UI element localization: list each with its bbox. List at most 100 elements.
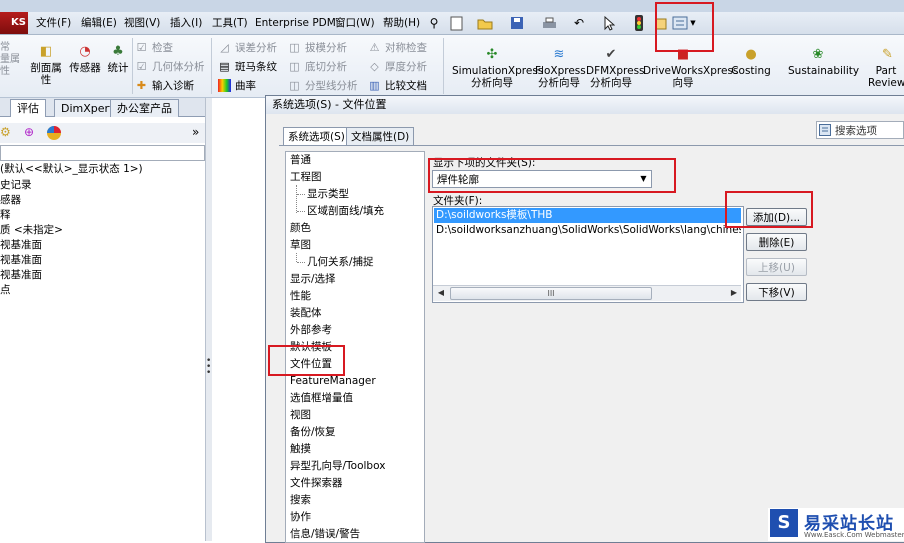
new-document-icon[interactable] bbox=[447, 14, 465, 32]
nav-item[interactable]: 异型孔向导/Toolbox bbox=[290, 458, 385, 475]
select-arrow-icon[interactable] bbox=[600, 14, 618, 32]
part-reviewer-label: Part Reviewe bbox=[868, 65, 904, 89]
zebra-stripes-button[interactable]: ▤ 斑马条纹 bbox=[218, 58, 277, 74]
undercut-analysis-button[interactable]: ◫ 底切分析 bbox=[288, 58, 347, 74]
tree-item-material[interactable]: 质 <未指定> bbox=[0, 223, 63, 238]
nav-item[interactable]: 触摸 bbox=[290, 441, 311, 458]
menu-enterprise-pdm[interactable]: Enterprise PDM bbox=[255, 15, 336, 31]
undo-icon[interactable]: ↶ bbox=[570, 14, 588, 32]
driveworksxpress-button[interactable]: ■ DriveWorksXpress 向导 bbox=[643, 47, 738, 89]
tree-item-plane[interactable]: 视基准面 bbox=[0, 253, 42, 268]
folder-row[interactable]: D:\soildworks模板\THB bbox=[434, 208, 741, 223]
print-icon[interactable] bbox=[540, 14, 558, 32]
statistics-label: 统计 bbox=[107, 62, 129, 74]
save-icon[interactable] bbox=[508, 14, 526, 32]
parting-line-analysis-button[interactable]: ◫ 分型线分析 bbox=[288, 77, 357, 93]
tree-connector bbox=[297, 262, 305, 263]
tree-item-history[interactable]: 史记录 bbox=[0, 178, 32, 193]
tab-office-products[interactable]: 办公室产品 bbox=[110, 99, 179, 117]
menu-window[interactable]: 窗口(W) bbox=[335, 15, 375, 31]
delete-folder-button[interactable]: 删除(E) bbox=[746, 233, 807, 251]
menu-insert[interactable]: 插入(I) bbox=[170, 15, 202, 31]
curvature-button[interactable]: 曲率 bbox=[218, 77, 256, 93]
menu-view[interactable]: 视图(V) bbox=[124, 15, 160, 31]
nav-item[interactable]: 普通 bbox=[290, 152, 311, 169]
nav-item[interactable]: 显示类型 bbox=[307, 186, 349, 203]
geometry-analysis-button[interactable]: ☑ 几何体分析 bbox=[135, 58, 205, 74]
nav-item[interactable]: 选值框增量值 bbox=[290, 390, 353, 407]
move-down-button[interactable]: 下移(V) bbox=[746, 283, 807, 301]
folder-row[interactable]: D:\soildworksanzhuang\SolidWorks\SolidWo… bbox=[434, 223, 741, 238]
nav-item[interactable]: 性能 bbox=[290, 288, 311, 305]
nav-item[interactable]: 外部参考 bbox=[290, 322, 332, 339]
expand-panel-icon[interactable]: » bbox=[192, 125, 199, 139]
tree-root[interactable]: (默认<<默认>_显示状态 1>) bbox=[0, 162, 143, 177]
tree-item-plane[interactable]: 视基准面 bbox=[0, 268, 42, 283]
nav-item[interactable]: 协作 bbox=[290, 509, 311, 526]
pin-icon[interactable]: ⚲ bbox=[425, 14, 443, 32]
dfmxpress-button[interactable]: ✔ DFMXpress 分析向导 bbox=[586, 47, 645, 89]
highlight-options-icon bbox=[655, 2, 714, 52]
feature-manager-icon[interactable]: ⚙ bbox=[0, 125, 16, 141]
costing-icon: ● bbox=[745, 47, 757, 62]
nav-item[interactable]: 装配体 bbox=[290, 305, 322, 322]
symmetry-check-button[interactable]: ⚠ 对称检查 bbox=[368, 39, 427, 55]
floxpress-button[interactable]: ≋ FloXpress 分析向导 bbox=[535, 47, 586, 89]
simulationxpress-button[interactable]: ✣ SimulationXpress 分析向导 bbox=[452, 47, 543, 89]
statistics-button[interactable]: ♣ 统计 bbox=[106, 44, 130, 74]
tree-item-sensors[interactable]: 感器 bbox=[0, 193, 21, 208]
scroll-thumb[interactable]: III bbox=[450, 287, 652, 300]
configuration-icon[interactable]: ⊕ bbox=[24, 125, 40, 141]
menu-tools[interactable]: 工具(T) bbox=[212, 15, 248, 31]
simulationxpress-label: SimulationXpress 分析向导 bbox=[452, 65, 544, 89]
menu-help[interactable]: 帮助(H) bbox=[383, 15, 420, 31]
traffic-light-icon[interactable] bbox=[630, 14, 648, 32]
draft-analysis-button[interactable]: ◫ 拔模分析 bbox=[288, 39, 347, 55]
graphics-area[interactable] bbox=[212, 98, 272, 541]
symmetry-check-label: 对称检查 bbox=[385, 41, 427, 54]
import-diagnostics-icon: ✚ bbox=[136, 78, 147, 92]
ribbon-partial-line-3: 性 bbox=[0, 66, 10, 77]
splitter-grip-icon[interactable]: • • • bbox=[206, 357, 211, 382]
nav-item[interactable]: 颜色 bbox=[290, 220, 311, 237]
nav-item[interactable]: 显示/选择 bbox=[290, 271, 336, 288]
menu-file[interactable]: 文件(F) bbox=[36, 15, 71, 31]
tab-system-options[interactable]: 系统选项(S) bbox=[283, 127, 350, 146]
compare-documents-button[interactable]: ▥ 比较文档 bbox=[368, 77, 427, 93]
dialog-title: 系统选项(S) - 文件位置 bbox=[266, 96, 904, 114]
import-diagnostics-button[interactable]: ✚ 输入诊断 bbox=[135, 77, 194, 93]
costing-button[interactable]: ● Costing bbox=[731, 47, 771, 77]
nav-item[interactable]: 几何关系/捕捉 bbox=[307, 254, 374, 271]
appearance-icon[interactable] bbox=[46, 125, 62, 141]
nav-item[interactable]: 搜索 bbox=[290, 492, 311, 509]
floxpress-icon: ≋ bbox=[553, 47, 565, 62]
nav-item[interactable]: 备份/恢复 bbox=[290, 424, 336, 441]
open-folder-icon[interactable] bbox=[476, 14, 494, 32]
thickness-analysis-button[interactable]: ◇ 厚度分析 bbox=[368, 58, 427, 74]
nav-item[interactable]: 文件探索器 bbox=[290, 475, 343, 492]
nav-item[interactable]: 视图 bbox=[290, 407, 311, 424]
nav-item[interactable]: 区域剖面线/填充 bbox=[307, 203, 384, 220]
check-button[interactable]: ☑ 检查 bbox=[135, 39, 173, 55]
part-reviewer-button[interactable]: ✎ Part Reviewe bbox=[868, 47, 904, 89]
menu-edit[interactable]: 编辑(E) bbox=[81, 15, 117, 31]
deviation-analysis-button[interactable]: ◿ 误差分析 bbox=[218, 39, 277, 55]
window-top-strip bbox=[0, 0, 904, 12]
scroll-left-icon[interactable]: ◀ bbox=[434, 286, 448, 299]
move-up-button[interactable]: 上移(U) bbox=[746, 258, 807, 276]
ribbon-partial-button[interactable]: 常 量属 性 bbox=[0, 42, 20, 78]
nav-item[interactable]: 草图 bbox=[290, 237, 311, 254]
tree-item-plane[interactable]: 视基准面 bbox=[0, 238, 42, 253]
tab-document-properties[interactable]: 文档属性(D) bbox=[346, 127, 415, 146]
tree-item-origin[interactable]: 点 bbox=[0, 283, 11, 298]
tab-divider bbox=[279, 145, 904, 146]
nav-item[interactable]: 信息/错误/警告 bbox=[290, 526, 360, 543]
scroll-right-icon[interactable]: ▶ bbox=[727, 286, 741, 299]
sustainability-button[interactable]: ❀ Sustainability bbox=[788, 47, 859, 77]
section-properties-button[interactable]: ◧ 剖面属 性 bbox=[28, 44, 64, 86]
tab-evaluate[interactable]: 评估 bbox=[10, 99, 46, 117]
tree-item-annotations[interactable]: 释 bbox=[0, 208, 11, 223]
nav-item[interactable]: 工程图 bbox=[290, 169, 322, 186]
tree-filter-input[interactable] bbox=[0, 145, 205, 161]
sensors-button[interactable]: ◔ 传感器 bbox=[68, 44, 102, 74]
